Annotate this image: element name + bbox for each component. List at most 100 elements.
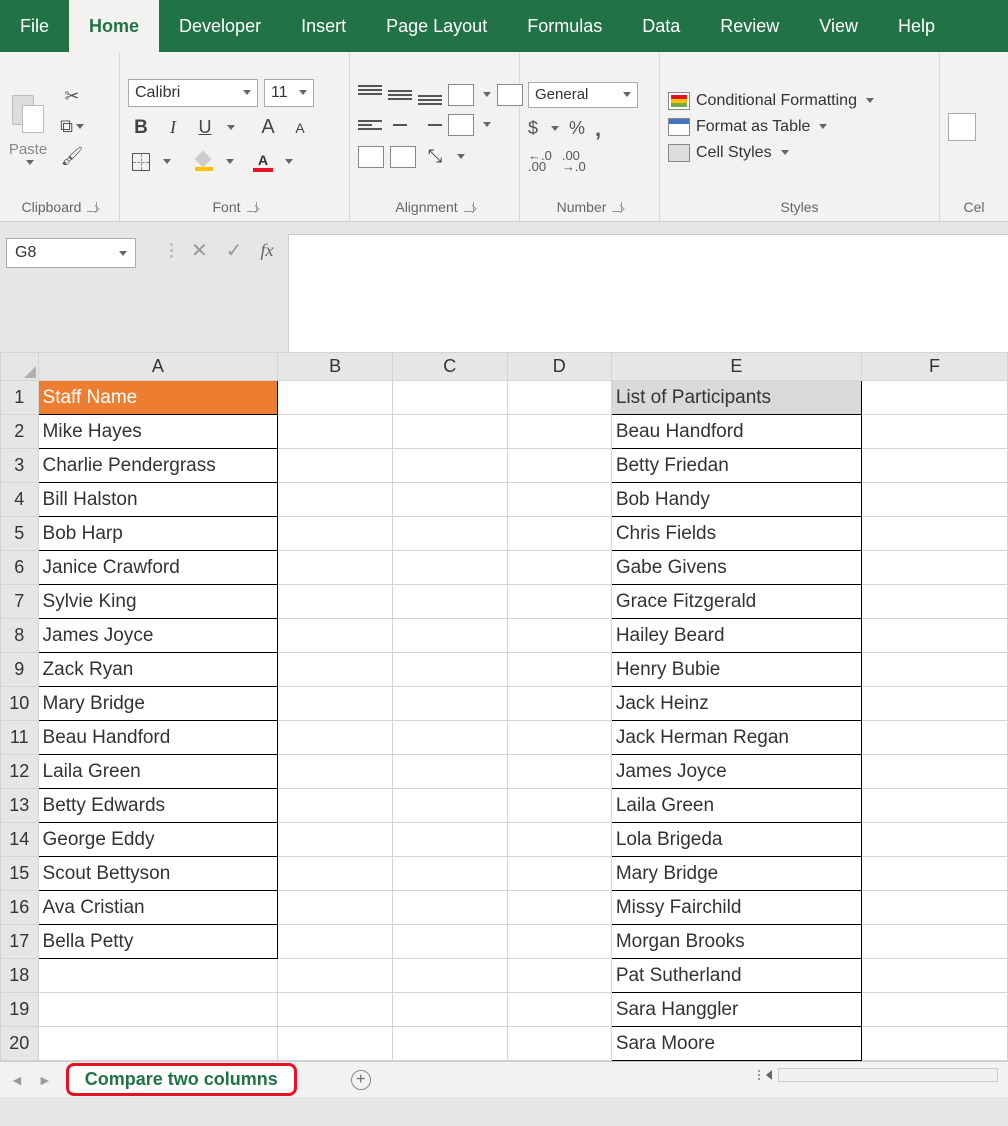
cell-F9[interactable]	[861, 653, 1007, 687]
cell-B8[interactable]	[278, 619, 393, 653]
cell-C16[interactable]	[392, 891, 507, 925]
cell-A4[interactable]: Bill Halston	[38, 483, 278, 517]
cell-E12[interactable]: James Joyce	[611, 755, 861, 789]
cell-A19[interactable]	[38, 993, 278, 1027]
cell-E10[interactable]: Jack Heinz	[611, 687, 861, 721]
cell-C13[interactable]	[392, 789, 507, 823]
row-header[interactable]: 7	[1, 585, 39, 619]
cell-D6[interactable]	[507, 551, 611, 585]
row-header[interactable]: 2	[1, 415, 39, 449]
cell-E4[interactable]: Bob Handy	[611, 483, 861, 517]
sheet-nav-next[interactable]: ►	[38, 1072, 52, 1088]
cell-C9[interactable]	[392, 653, 507, 687]
cell-D17[interactable]	[507, 925, 611, 959]
conditional-formatting-button[interactable]: Conditional Formatting	[668, 92, 874, 110]
currency-button[interactable]: $	[528, 118, 538, 139]
enter-button[interactable]: ✓	[226, 238, 243, 263]
row-header[interactable]: 4	[1, 483, 39, 517]
select-all-corner[interactable]	[1, 353, 39, 381]
row-header[interactable]: 17	[1, 925, 39, 959]
cell-B17[interactable]	[278, 925, 393, 959]
row-header[interactable]: 15	[1, 857, 39, 891]
cell-A7[interactable]: Sylvie King	[38, 585, 278, 619]
cell-C14[interactable]	[392, 823, 507, 857]
tab-home[interactable]: Home	[69, 0, 159, 52]
align-left-button[interactable]	[358, 115, 382, 135]
cell-E18[interactable]: Pat Sutherland	[611, 959, 861, 993]
cell-E7[interactable]: Grace Fitzgerald	[611, 585, 861, 619]
cell-E13[interactable]: Laila Green	[611, 789, 861, 823]
cell-B2[interactable]	[278, 415, 393, 449]
cell-F3[interactable]	[861, 449, 1007, 483]
cell-E15[interactable]: Mary Bridge	[611, 857, 861, 891]
clipboard-launcher[interactable]	[87, 202, 97, 212]
cell-D19[interactable]	[507, 993, 611, 1027]
italic-button[interactable]: I	[160, 115, 186, 141]
cell-E9[interactable]: Henry Bubie	[611, 653, 861, 687]
align-middle-button[interactable]	[388, 85, 412, 105]
row-header[interactable]: 6	[1, 551, 39, 585]
cell-B18[interactable]	[278, 959, 393, 993]
tab-insert[interactable]: Insert	[281, 0, 366, 52]
cell-A13[interactable]: Betty Edwards	[38, 789, 278, 823]
col-header-C[interactable]: C	[392, 353, 507, 381]
cell-F2[interactable]	[861, 415, 1007, 449]
cell-A5[interactable]: Bob Harp	[38, 517, 278, 551]
hscroll-left[interactable]	[766, 1070, 772, 1080]
row-header[interactable]: 13	[1, 789, 39, 823]
align-center-button[interactable]	[388, 115, 412, 135]
merge-button[interactable]	[448, 114, 474, 136]
tab-page-layout[interactable]: Page Layout	[366, 0, 507, 52]
font-name-combo[interactable]: Calibri	[128, 79, 258, 107]
cell-E1[interactable]: List of Participants	[611, 381, 861, 415]
cell-B11[interactable]	[278, 721, 393, 755]
cell-B5[interactable]	[278, 517, 393, 551]
sheet-nav-prev[interactable]: ◄	[10, 1072, 24, 1088]
cell-D15[interactable]	[507, 857, 611, 891]
cell-E16[interactable]: Missy Fairchild	[611, 891, 861, 925]
cell-C18[interactable]	[392, 959, 507, 993]
cell-E17[interactable]: Morgan Brooks	[611, 925, 861, 959]
orientation-button[interactable]	[448, 84, 474, 106]
row-header[interactable]: 18	[1, 959, 39, 993]
cell-F4[interactable]	[861, 483, 1007, 517]
row-header[interactable]: 19	[1, 993, 39, 1027]
cell-B16[interactable]	[278, 891, 393, 925]
cell-styles-button[interactable]: Cell Styles	[668, 144, 874, 162]
tab-formulas[interactable]: Formulas	[507, 0, 622, 52]
cell-B1[interactable]	[278, 381, 393, 415]
cell-B15[interactable]	[278, 857, 393, 891]
cell-A8[interactable]: James Joyce	[38, 619, 278, 653]
cell-C3[interactable]	[392, 449, 507, 483]
cell-C7[interactable]	[392, 585, 507, 619]
cell-F8[interactable]	[861, 619, 1007, 653]
cell-E6[interactable]: Gabe Givens	[611, 551, 861, 585]
cell-C17[interactable]	[392, 925, 507, 959]
cell-A20[interactable]	[38, 1027, 278, 1061]
number-format-combo[interactable]: General	[528, 82, 638, 108]
row-header[interactable]: 5	[1, 517, 39, 551]
cell-F18[interactable]	[861, 959, 1007, 993]
cell-D14[interactable]	[507, 823, 611, 857]
cell-A14[interactable]: George Eddy	[38, 823, 278, 857]
row-header[interactable]: 10	[1, 687, 39, 721]
cell-A6[interactable]: Janice Crawford	[38, 551, 278, 585]
cell-D10[interactable]	[507, 687, 611, 721]
decrease-decimal-button[interactable]: .00→.0	[562, 150, 586, 172]
cell-B9[interactable]	[278, 653, 393, 687]
spreadsheet-grid[interactable]: A B C D E F 1Staff NameList of Participa…	[0, 352, 1008, 1061]
cell-D11[interactable]	[507, 721, 611, 755]
hscroll-track[interactable]	[778, 1068, 998, 1082]
cell-A2[interactable]: Mike Hayes	[38, 415, 278, 449]
cell-A18[interactable]	[38, 959, 278, 993]
cell-D20[interactable]	[507, 1027, 611, 1061]
cell-A11[interactable]: Beau Handford	[38, 721, 278, 755]
tab-review[interactable]: Review	[700, 0, 799, 52]
cell-A15[interactable]: Scout Bettyson	[38, 857, 278, 891]
orientation-diag-button[interactable]: ⤡	[422, 144, 448, 170]
row-header[interactable]: 16	[1, 891, 39, 925]
cell-A3[interactable]: Charlie Pendergrass	[38, 449, 278, 483]
align-top-button[interactable]	[358, 85, 382, 105]
cell-D1[interactable]	[507, 381, 611, 415]
cell-F17[interactable]	[861, 925, 1007, 959]
